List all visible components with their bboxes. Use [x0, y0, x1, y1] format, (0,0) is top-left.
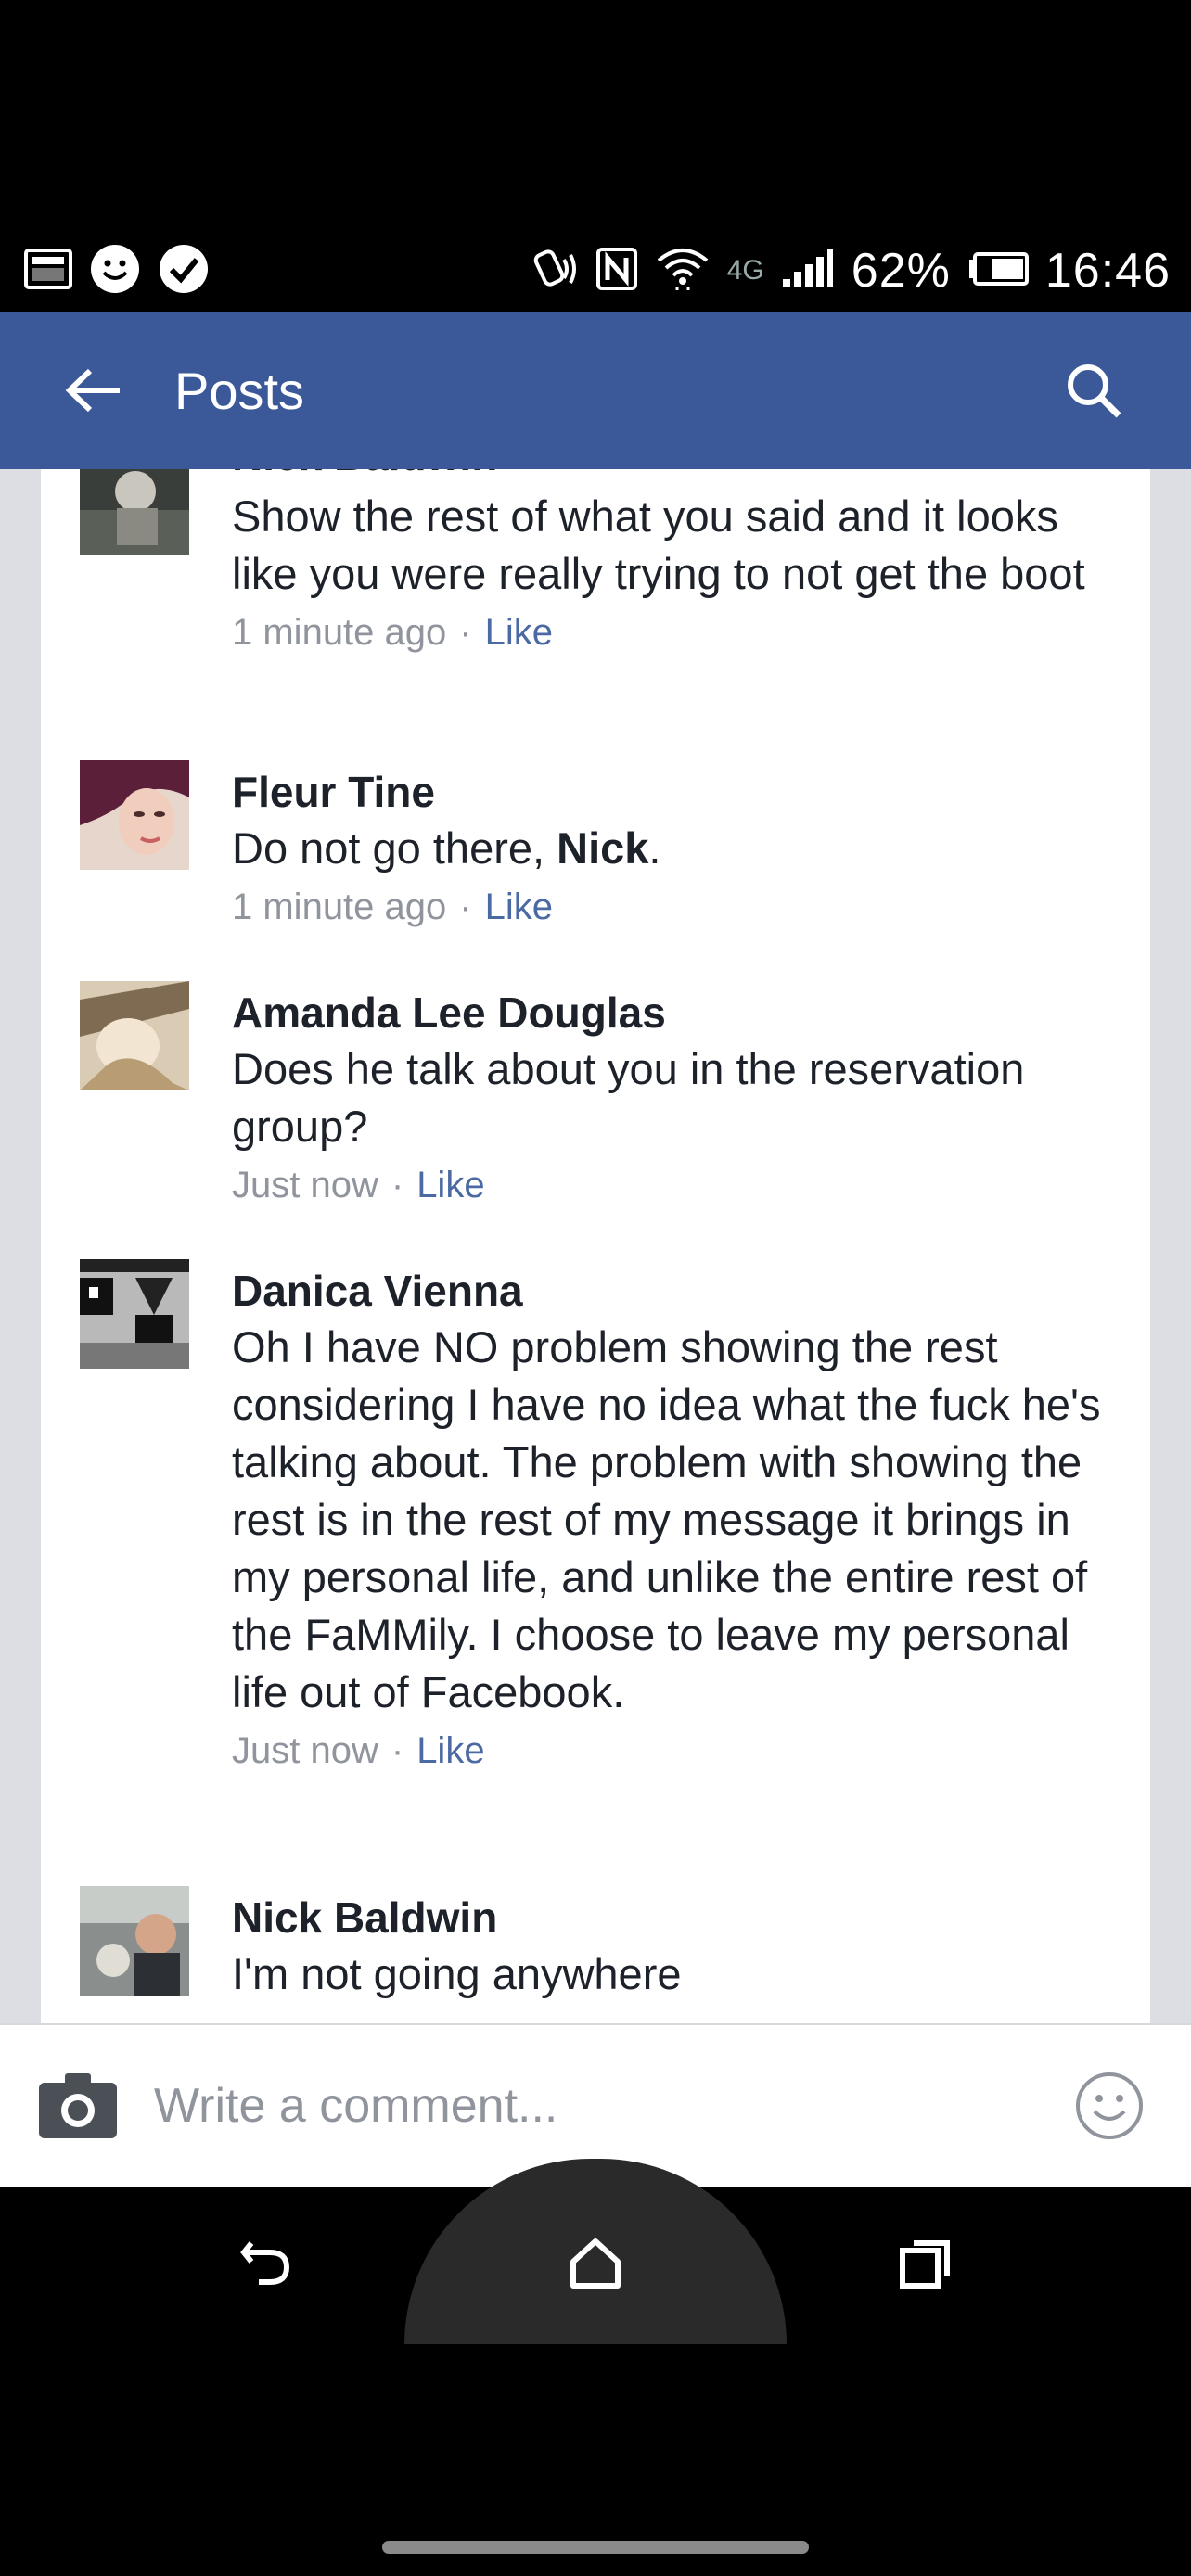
comment-author[interactable]: Amanda Lee Douglas [232, 985, 1122, 1040]
comment-author[interactable]: Danica Vienna [232, 1263, 1122, 1319]
back-nav-icon [240, 2241, 290, 2285]
clock: 16:46 [1044, 244, 1171, 298]
page-title: Posts [174, 361, 305, 420]
comment-time: 1 minute ago [232, 612, 447, 653]
check-notification-icon [158, 243, 210, 300]
avatar[interactable] [80, 1886, 189, 1996]
comment-author[interactable]: Nick Baldwin [232, 469, 497, 480]
like-link[interactable]: Like [485, 886, 553, 927]
avatar[interactable] [80, 469, 189, 555]
comment-text: Do not go there, Nick. [232, 823, 661, 873]
status-bar: 4G 62% 16:46 [0, 230, 1191, 312]
back-button[interactable] [43, 339, 145, 441]
nfc-icon [596, 247, 638, 296]
comment-text: I'm not going anywhere [232, 1949, 682, 1998]
mention-link[interactable]: Nick [557, 823, 648, 873]
signal-icon [781, 249, 835, 293]
emoji-button[interactable] [1072, 2069, 1146, 2143]
comment-meta: Just now · Like [232, 1165, 485, 1205]
network-type: 4G [726, 255, 764, 286]
comment-text: Oh I have NO problem showing the rest co… [232, 1322, 1101, 1716]
smiley-icon [1076, 2072, 1143, 2139]
comment-text: Show the rest of what you said and it lo… [232, 491, 1085, 598]
like-link[interactable]: Like [416, 1165, 484, 1205]
comment-time: 1 minute ago [232, 886, 447, 927]
recents-nav-button[interactable] [874, 2213, 976, 2315]
comment-meta: 1 minute ago · Like [232, 612, 553, 653]
home-icon [570, 2238, 621, 2289]
search-icon [1068, 364, 1121, 418]
gallery-notification-icon [24, 248, 72, 294]
camera-icon [39, 2073, 117, 2138]
comment-meta: Just now · Like [232, 1730, 485, 1771]
search-button[interactable] [1043, 339, 1145, 441]
like-link[interactable]: Like [416, 1730, 484, 1771]
wifi-icon [655, 244, 711, 299]
gesture-handle[interactable] [382, 2541, 809, 2554]
app-bar: Posts [0, 312, 1191, 469]
comments-list: Nick Baldwin Show the rest of what you s… [41, 469, 1150, 2023]
avatar[interactable] [80, 760, 189, 870]
avatar[interactable] [80, 981, 189, 1090]
home-nav-button[interactable] [544, 2213, 647, 2315]
system-nav-bar [0, 2159, 1191, 2344]
camera-button[interactable] [35, 2063, 121, 2149]
comment-author[interactable]: Nick Baldwin [232, 1890, 1122, 1945]
battery-icon [967, 251, 1029, 290]
recents-icon [900, 2240, 950, 2289]
comment-time: Just now [232, 1730, 378, 1771]
comment-time: Just now [232, 1165, 378, 1205]
comment-author[interactable]: Fleur Tine [232, 764, 1122, 820]
comment-text: Does he talk about you in the reservatio… [232, 1044, 1025, 1151]
smiley-notification-icon [89, 243, 141, 300]
battery-percent: 62% [851, 244, 951, 298]
back-arrow-icon [65, 368, 120, 413]
avatar[interactable] [80, 1259, 189, 1369]
comment-input[interactable] [154, 2078, 989, 2134]
back-nav-button[interactable] [215, 2213, 317, 2315]
like-link[interactable]: Like [485, 612, 553, 653]
vibrate-icon [527, 245, 579, 298]
comment-meta: 1 minute ago · Like [232, 886, 553, 927]
